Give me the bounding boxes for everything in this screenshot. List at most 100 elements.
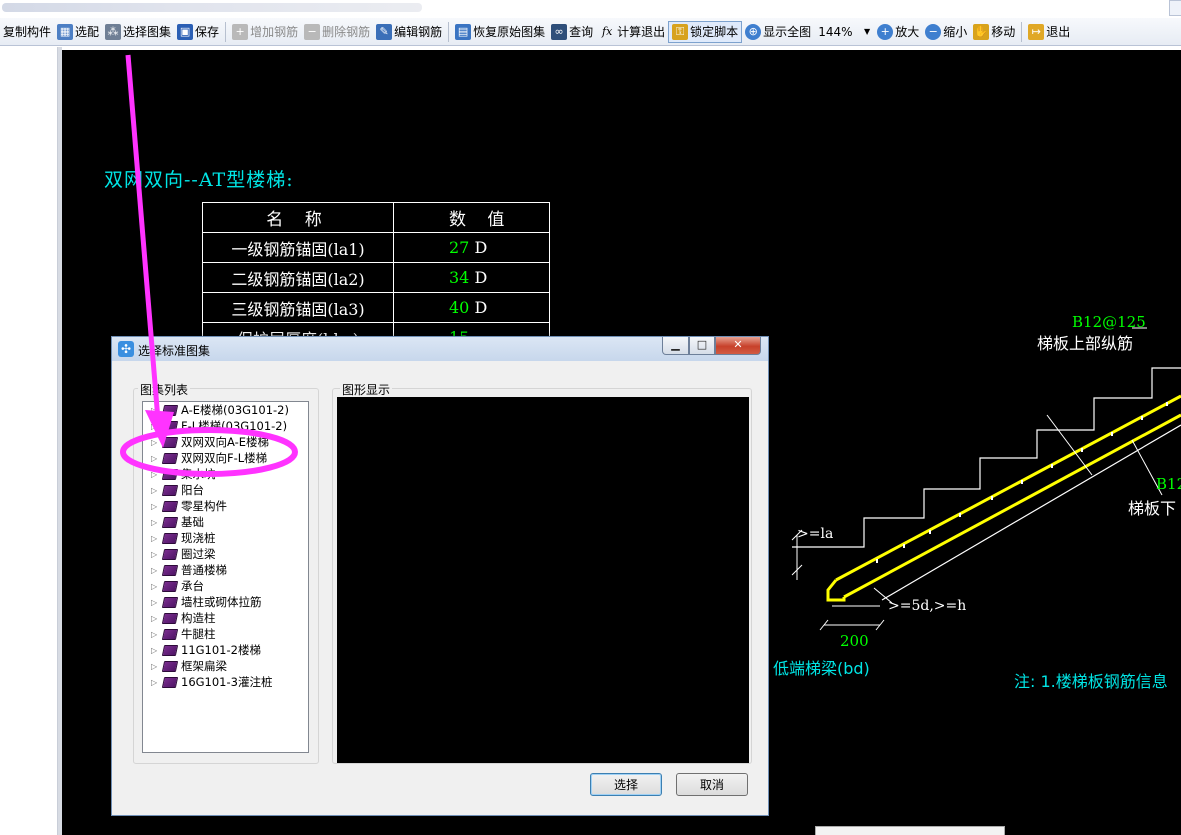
tree-item[interactable]: ▷ 16G101-3灌注桩 [143, 674, 308, 690]
book-icon [161, 596, 179, 608]
book-icon [161, 516, 179, 528]
tree-item-label: F-L楼梯(03G101-2) [181, 419, 288, 433]
tree-item[interactable]: ▷ A-E楼梯(03G101-2) [143, 402, 308, 418]
maximize-button[interactable]: □ [689, 337, 715, 355]
select-atlas-button[interactable]: ⁂ 选择图集 [102, 21, 174, 43]
anchor-la-label: >=la [797, 526, 833, 542]
cancel-button[interactable]: 取消 [676, 773, 748, 796]
tree-item[interactable]: ▷ 普通楼梯 [143, 562, 308, 578]
toolbar-separator [1021, 21, 1023, 42]
window-path-text [2, 3, 422, 12]
top-rebar-spec: B12@125 [1072, 313, 1146, 331]
expand-arrow-icon[interactable]: ▷ [151, 454, 161, 463]
pick-button[interactable]: ▦ 选配 [54, 21, 102, 43]
expand-arrow-icon[interactable]: ▷ [151, 646, 161, 655]
edit-rebar-icon: ✎ [376, 23, 393, 40]
tree-item-label: 11G101-2楼梯 [181, 643, 261, 657]
expand-arrow-icon[interactable]: ▷ [151, 422, 161, 431]
low-beam-label: 低端梯梁(bd) [773, 659, 870, 678]
tree-item[interactable]: ▷ 承台 [143, 578, 308, 594]
left-pane [0, 47, 58, 835]
restore-atlas-button[interactable]: ▤ 恢复原始图集 [452, 21, 548, 43]
tree-item[interactable]: ▷ 构造柱 [143, 610, 308, 626]
tree-item[interactable]: ▷ 集水坑 [143, 466, 308, 482]
tree-item[interactable]: ▷ 双网双向F-L楼梯 [143, 450, 308, 466]
tree-item-label: 集水坑 [181, 467, 216, 481]
book-icon [161, 468, 179, 480]
book-icon [161, 580, 179, 592]
dialog-title: 选择标准图集 [138, 344, 211, 358]
atlas-icon: ⁂ [105, 23, 122, 40]
tree-item[interactable]: ▷ 现浇桩 [143, 530, 308, 546]
binoculars-icon: ∞ [551, 23, 568, 40]
atlas-tree-items: ▷ A-E楼梯(03G101-2) ▷ F-L楼梯(03G101-2) ▷ 双网双向A-E… [143, 402, 308, 690]
window-edge-tab [1169, 0, 1181, 16]
calc-exit-button[interactable]: fx 计算退出 [596, 21, 668, 43]
expand-arrow-icon[interactable]: ▷ [151, 438, 161, 447]
window-title-bar [0, 0, 1181, 18]
expand-arrow-icon[interactable]: ▷ [151, 598, 161, 607]
exit-icon: ↦ [1028, 23, 1045, 40]
tree-item[interactable]: ▷ 零星构件 [143, 498, 308, 514]
rebar-hook [826, 579, 846, 602]
tree-item[interactable]: ▷ 墙柱或砌体拉筋 [143, 594, 308, 610]
tree-item-label: 双网双向A-E楼梯 [181, 435, 270, 449]
lock-script-button[interactable]: ⚿ 锁定脚本 [668, 20, 743, 43]
tree-item-label: 阳台 [181, 483, 204, 497]
top-rebar-line [835, 394, 1181, 582]
expand-arrow-icon[interactable]: ▷ [151, 486, 161, 495]
add-rebar-button[interactable]: + 增加钢筋 [229, 21, 301, 43]
atlas-tree[interactable]: ▷ A-E楼梯(03G101-2) ▷ F-L楼梯(03G101-2) ▷ 双网双向A-E… [142, 401, 309, 753]
expand-arrow-icon[interactable]: ▷ [151, 678, 161, 687]
expand-arrow-icon[interactable]: ▷ [151, 566, 161, 575]
exit-button[interactable]: ↦ 退出 [1025, 21, 1073, 43]
tree-item-label: 墙柱或砌体拉筋 [181, 595, 262, 609]
expand-arrow-icon[interactable]: ▷ [151, 662, 161, 671]
tree-item-label: 框架扁梁 [181, 659, 227, 673]
expand-arrow-icon[interactable]: ▷ [151, 582, 161, 591]
expand-arrow-icon[interactable]: ▷ [151, 534, 161, 543]
book-icon [161, 452, 179, 464]
book-icon [161, 548, 179, 560]
tree-item-label: 基础 [181, 515, 204, 529]
tree-item[interactable]: ▷ 阳台 [143, 482, 308, 498]
chevron-down-icon: ▼ [864, 27, 871, 36]
note-label: 注: 1.楼梯板钢筋信息 [1014, 672, 1168, 691]
show-all-button[interactable]: ⊕ 显示全图 [742, 21, 814, 43]
tree-item[interactable]: ▷ F-L楼梯(03G101-2) [143, 418, 308, 434]
zoom-out-button[interactable]: − 缩小 [922, 21, 970, 43]
tree-item[interactable]: ▷ 框架扁梁 [143, 658, 308, 674]
dialog-title-bar[interactable]: ✣ 选择标准图集 ▁ □ ✕ [112, 337, 768, 361]
tree-item[interactable]: ▷ 双网双向A-E楼梯 [143, 434, 308, 450]
expand-arrow-icon[interactable]: ▷ [151, 502, 161, 511]
pan-icon: ✋ [973, 23, 990, 40]
copy-component-button[interactable]: 复制构件 [0, 21, 54, 43]
minimize-button[interactable]: ▁ [662, 337, 689, 355]
save-button[interactable]: ▣ 保存 [174, 21, 222, 43]
expand-arrow-icon[interactable]: ▷ [151, 630, 161, 639]
pan-button[interactable]: ✋ 移动 [970, 21, 1018, 43]
close-button[interactable]: ✕ [715, 337, 761, 355]
tree-item-label: 牛腿柱 [181, 627, 216, 641]
expand-arrow-icon[interactable]: ▷ [151, 614, 161, 623]
zoom-select[interactable]: 144% ▼ [814, 22, 874, 42]
expand-arrow-icon[interactable]: ▷ [151, 550, 161, 559]
expand-arrow-icon[interactable]: ▷ [151, 406, 161, 415]
restore-icon: ▤ [455, 23, 472, 40]
query-button[interactable]: ∞ 查询 [548, 21, 596, 43]
bottom-rebar-spec: B12 [1156, 475, 1181, 493]
tree-item[interactable]: ▷ 圈过梁 [143, 546, 308, 562]
tree-item-label: 16G101-3灌注桩 [181, 675, 273, 689]
expand-arrow-icon[interactable]: ▷ [151, 518, 161, 527]
edit-rebar-button[interactable]: ✎ 编辑钢筋 [373, 21, 445, 43]
app-icon: ✣ [118, 341, 134, 357]
tree-item[interactable]: ▷ 11G101-2楼梯 [143, 642, 308, 658]
delete-rebar-button[interactable]: − 删除钢筋 [301, 21, 373, 43]
atlas-list-label: 图集列表 [138, 381, 191, 398]
tree-item[interactable]: ▷ 牛腿柱 [143, 626, 308, 642]
tree-item-label: 构造柱 [181, 611, 216, 625]
expand-arrow-icon[interactable]: ▷ [151, 470, 161, 479]
select-button[interactable]: 选择 [590, 773, 662, 796]
tree-item[interactable]: ▷ 基础 [143, 514, 308, 530]
zoom-in-button[interactable]: + 放大 [874, 21, 922, 43]
